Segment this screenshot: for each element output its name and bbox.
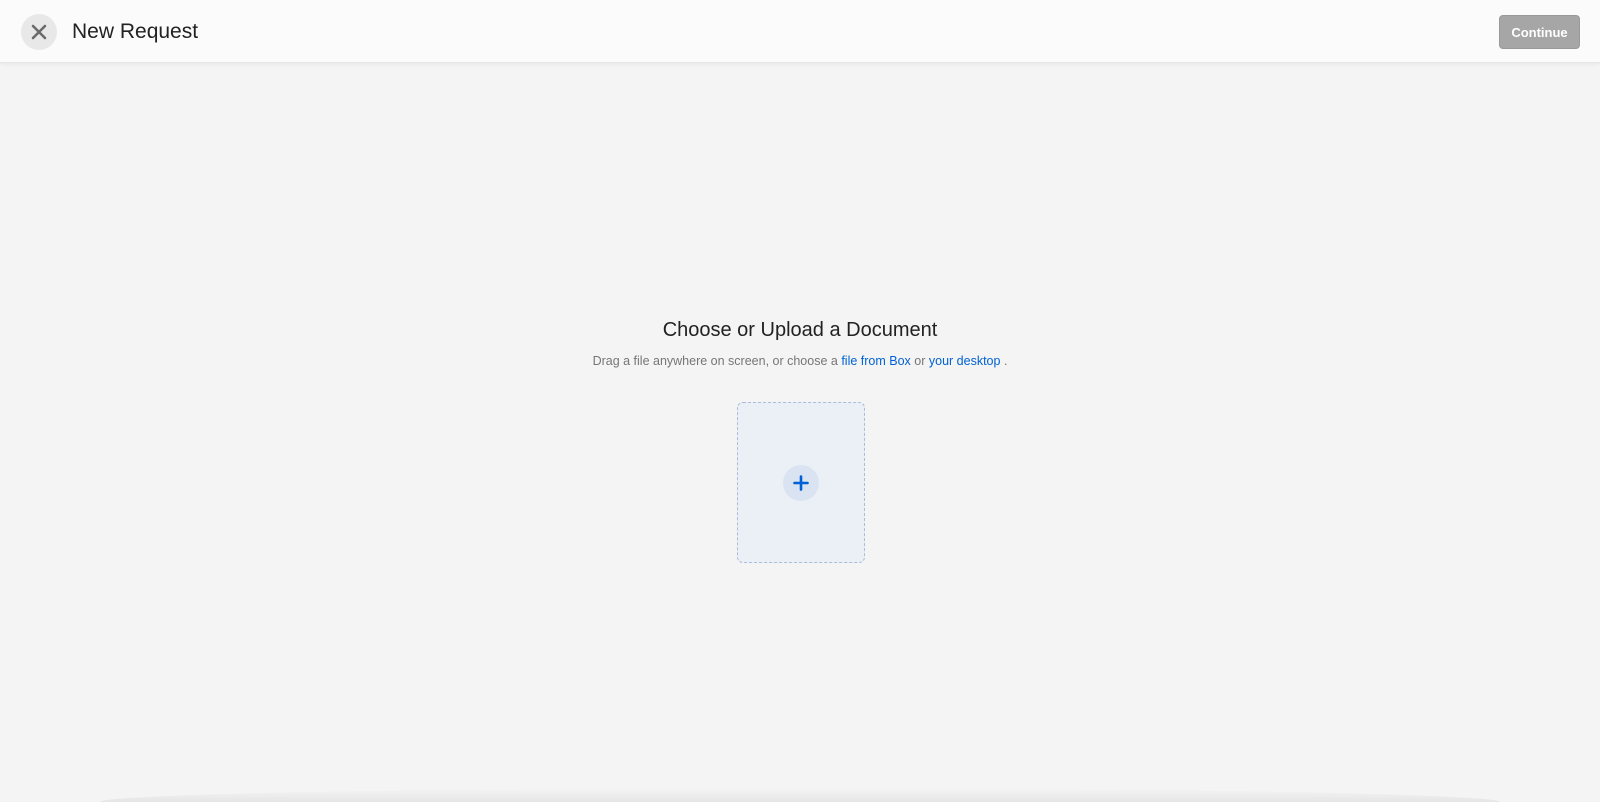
upload-instructions: Drag a file anywhere on screen, or choos… [0, 353, 1600, 369]
plus-icon [793, 474, 809, 491]
instructions-prefix: Drag a file anywhere on screen, or choos… [592, 354, 838, 368]
close-button[interactable] [21, 14, 57, 50]
add-document-button[interactable] [783, 464, 819, 501]
top-bar: New Request Continue [0, 0, 1600, 63]
bottom-panel-shadow [100, 788, 1500, 802]
upload-intro: Choose or Upload a Document Drag a file … [0, 318, 1600, 369]
your-desktop-link[interactable]: your desktop [929, 354, 1001, 368]
instructions-or: or [914, 354, 926, 368]
upload-heading: Choose or Upload a Document [662, 319, 938, 341]
file-from-box-link[interactable]: file from Box [841, 354, 910, 368]
new-request-page: New Request Continue Choose or Upload a … [0, 0, 1600, 802]
instructions-suffix: . [1003, 354, 1008, 368]
close-icon [31, 24, 47, 40]
continue-button[interactable]: Continue [1499, 15, 1580, 49]
page-title: New Request [72, 20, 199, 43]
upload-dropzone[interactable] [737, 402, 865, 563]
